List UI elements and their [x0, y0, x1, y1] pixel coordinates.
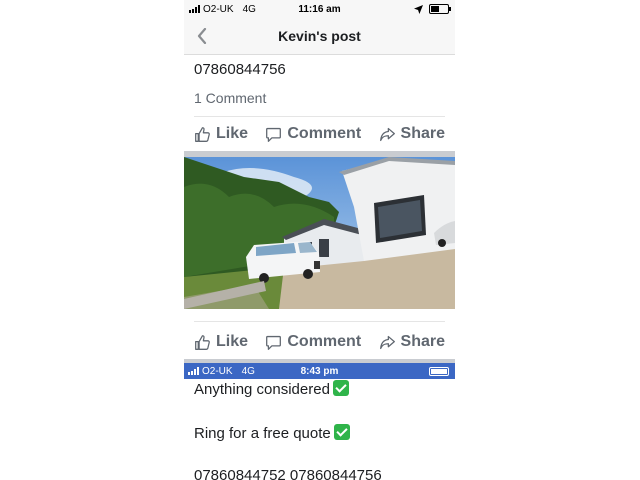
check-mark-icon: [332, 380, 349, 396]
share-arrow-icon: [379, 127, 395, 141]
back-button[interactable]: [192, 26, 212, 46]
text-phone-numbers: 07860844752 07860844756: [194, 467, 382, 480]
speech-bubble-icon: [266, 127, 282, 142]
share-button-2[interactable]: Share: [379, 333, 445, 351]
chevron-left-icon: [197, 28, 207, 44]
divider-2: [194, 321, 445, 322]
text-free-quote: Ring for a free quote: [184, 423, 455, 445]
embedded-status-time: 8:43 pm: [300, 365, 339, 377]
status-right: [414, 4, 451, 14]
check-mark-icon: [333, 424, 350, 440]
battery-icon: [429, 367, 449, 376]
photo-van-building: [184, 157, 455, 309]
anything-considered-label: Anything considered: [194, 381, 330, 398]
embedded-status-bar: O2-UK 4G 8:43 pm: [184, 363, 455, 379]
like-label-2: Like: [216, 333, 249, 350]
page-title: Kevin's post: [278, 28, 361, 44]
share-arrow-icon: [379, 335, 395, 349]
status-bar: O2-UK 4G 11:16 am: [184, 0, 455, 18]
nav-bar: Kevin's post: [184, 18, 455, 55]
share-button[interactable]: Share: [379, 125, 445, 143]
battery-icon: [429, 4, 451, 14]
like-button-2[interactable]: Like: [194, 333, 248, 351]
comment-button[interactable]: Comment: [265, 125, 361, 143]
post-phone-number: 07860844756: [194, 61, 286, 78]
post-actions-bar: Like Comment Share: [184, 117, 455, 151]
location-arrow-icon: [414, 4, 423, 14]
like-label: Like: [216, 125, 249, 142]
speech-bubble-icon: [266, 335, 282, 350]
share-label-2: Share: [400, 333, 445, 350]
free-quote-label: Ring for a free quote: [194, 425, 331, 442]
thumbs-up-icon: [195, 334, 210, 350]
comment-count-link[interactable]: 1 Comment: [184, 89, 455, 107]
like-button[interactable]: Like: [194, 125, 248, 143]
thumbs-up-icon: [195, 126, 210, 142]
post-actions-bar-2: Like Comment Share: [184, 325, 455, 359]
share-label: Share: [400, 125, 445, 142]
phone-screen: O2-UK 4G 11:16 am Kevin's post 078608447…: [184, 0, 455, 480]
text-anything-considered: Anything considered: [184, 379, 455, 401]
post-photo[interactable]: [184, 157, 455, 309]
comment-label: Comment: [287, 125, 362, 142]
comment-button-2[interactable]: Comment: [265, 333, 361, 351]
comment-label-2: Comment: [287, 333, 362, 350]
